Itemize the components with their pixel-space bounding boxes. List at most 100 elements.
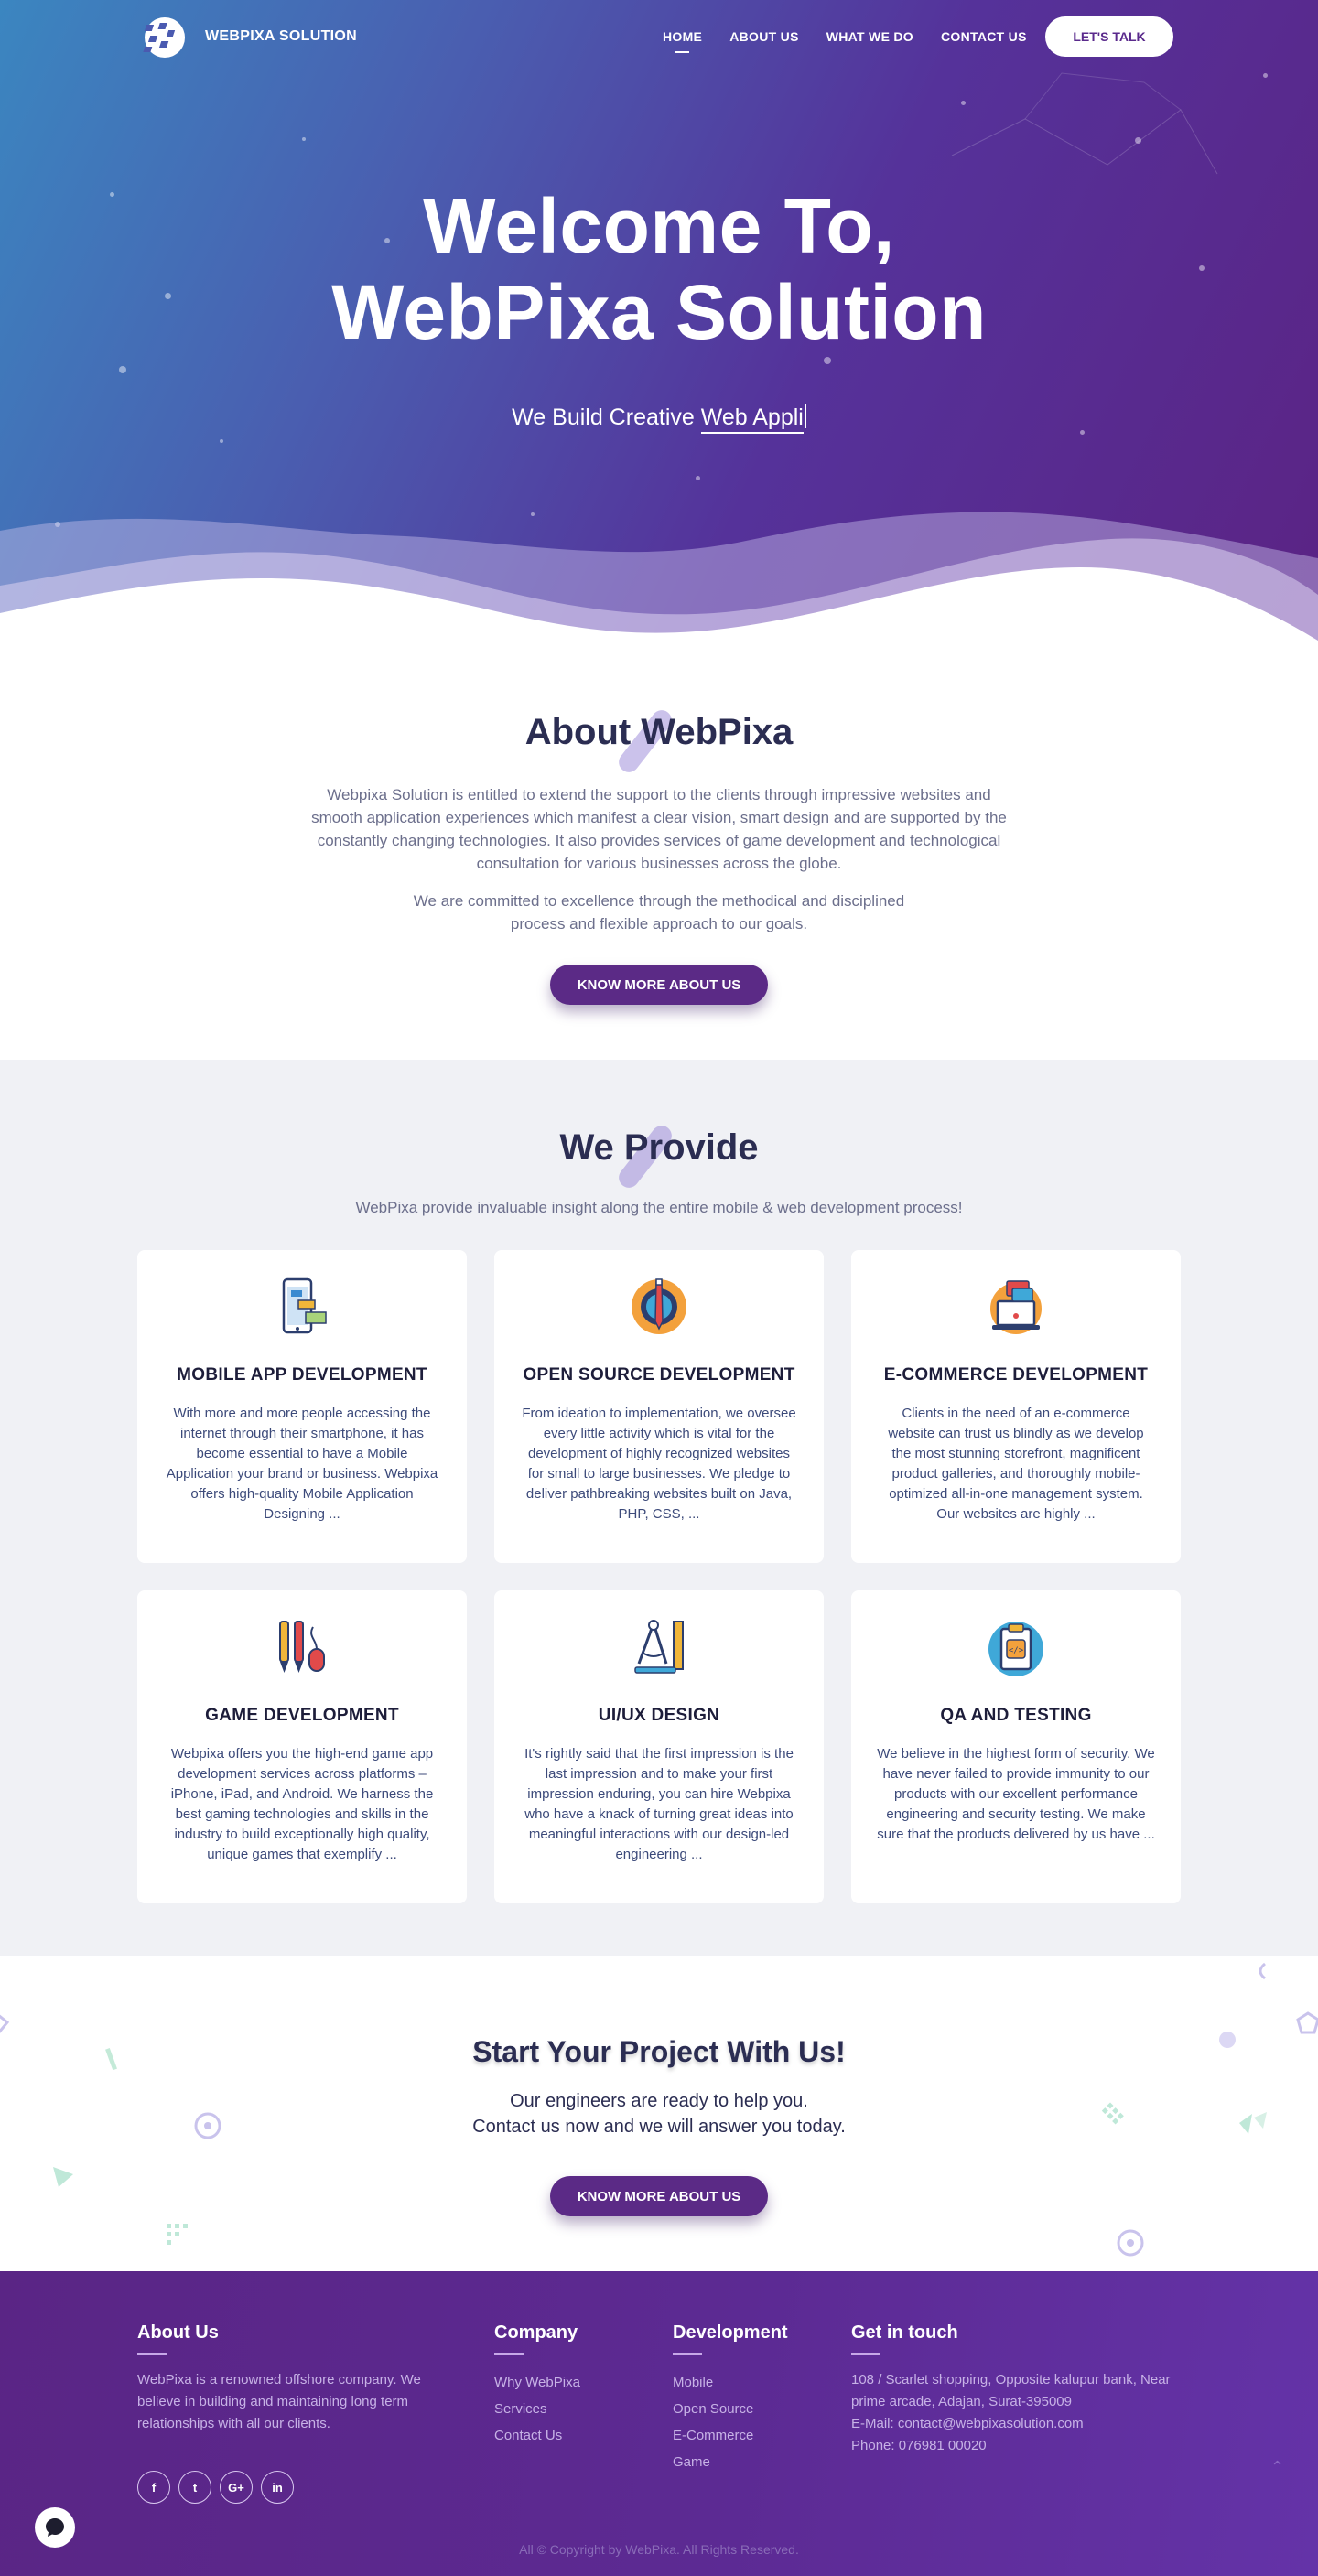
nav-link-about[interactable]: ABOUT US bbox=[729, 29, 799, 44]
twitter-icon[interactable]: t bbox=[178, 2471, 211, 2504]
star-dot bbox=[696, 476, 700, 480]
open-source-gear-icon bbox=[632, 1278, 686, 1334]
facebook-icon[interactable]: f bbox=[137, 2471, 170, 2504]
footer-about-title: About Us bbox=[137, 2323, 219, 2343]
nav-link-contact[interactable]: CONTACT US bbox=[941, 29, 1027, 44]
footer-link-mobile[interactable]: Mobile bbox=[673, 2369, 837, 2396]
star-dot bbox=[302, 137, 306, 141]
chat-bubble-icon bbox=[46, 2518, 64, 2537]
google-plus-icon[interactable]: G+ bbox=[220, 2471, 253, 2504]
service-card-game[interactable]: GAME DEVELOPMENT Webpixa offers you the … bbox=[137, 1590, 467, 1903]
social-links: f t G+ in bbox=[137, 2471, 294, 2504]
service-card-title: GAME DEVELOPMENT bbox=[205, 1706, 399, 1725]
footer-link-why-webpixa[interactable]: Why WebPixa bbox=[494, 2369, 650, 2396]
service-card-title: QA AND TESTING bbox=[940, 1706, 1092, 1725]
nav-link-home[interactable]: HOME bbox=[663, 29, 702, 53]
service-card-text: It's rightly said that the first impress… bbox=[524, 1746, 794, 1862]
footer-address: 108 / Scarlet shopping, Opposite kalupur… bbox=[851, 2372, 1171, 2409]
heading-underline bbox=[851, 2353, 880, 2355]
copyright-text: All © Copyright by WebPixa. All Rights R… bbox=[519, 2542, 799, 2557]
cta-section: Start Your Project With Us! Our engineer… bbox=[0, 1956, 1318, 2271]
game-tools-icon bbox=[279, 1621, 325, 1673]
service-card-mobile[interactable]: MOBILE APP DEVELOPMENT With more and mor… bbox=[137, 1250, 467, 1563]
footer-contact-column: Get in touch 108 / Scarlet shopping, Opp… bbox=[851, 2323, 1190, 2457]
service-card-open-source[interactable]: OPEN SOURCE DEVELOPMENT From ideation to… bbox=[494, 1250, 824, 1563]
hero-title-line1: Welcome To, bbox=[423, 183, 895, 269]
service-card-text: We believe in the highest form of securi… bbox=[877, 1746, 1155, 1842]
cta-text: Our engineers are ready to help you. Con… bbox=[0, 2088, 1318, 2139]
footer-company-column: Company Why WebPixa Services Contact Us bbox=[494, 2323, 650, 2449]
svg-text:</>: </> bbox=[1009, 1646, 1024, 1655]
service-card-text: With more and more people accessing the … bbox=[166, 1406, 438, 1522]
nav-links: HOME ABOUT US WHAT WE DO CONTACT US bbox=[663, 15, 1027, 59]
services-subtitle: WebPixa provide invaluable insight along… bbox=[355, 1199, 963, 1216]
globe-logo-icon bbox=[143, 17, 185, 58]
brand-logo[interactable]: WEBPIXA SOLUTION bbox=[137, 14, 357, 59]
chat-widget-button[interactable] bbox=[35, 2507, 75, 2548]
decor-shape bbox=[1259, 1962, 1266, 1980]
hero-title: Welcome To, WebPixa Solution bbox=[0, 183, 1318, 355]
linkedin-icon[interactable]: in bbox=[261, 2471, 294, 2504]
star-dot bbox=[824, 357, 831, 364]
heading-underline bbox=[137, 2353, 167, 2355]
hero-typed-text: Web Appli bbox=[700, 404, 804, 434]
footer-about-column: About Us WebPixa is a renowned offshore … bbox=[137, 2323, 467, 2435]
scroll-to-top-icon[interactable]: ⌃ bbox=[1270, 2458, 1284, 2477]
about-know-more-button[interactable]: KNOW MORE ABOUT US bbox=[550, 965, 768, 1005]
cta-know-more-button[interactable]: KNOW MORE ABOUT US bbox=[550, 2176, 768, 2216]
mobile-app-icon bbox=[282, 1277, 327, 1334]
hero-section: WEBPIXA SOLUTION HOME ABOUT US WHAT WE D… bbox=[0, 0, 1318, 668]
footer-contact-title: Get in touch bbox=[851, 2323, 958, 2343]
cta-title: Start Your Project With Us! bbox=[472, 2035, 846, 2068]
service-card-ecommerce[interactable]: E-COMMERCE DEVELOPMENT Clients in the ne… bbox=[851, 1250, 1181, 1563]
design-compass-icon bbox=[634, 1620, 684, 1674]
brand-name: WEBPIXA SOLUTION bbox=[205, 28, 357, 44]
cta-line-2: Contact us now and we will answer you to… bbox=[472, 2117, 846, 2137]
footer-company-title: Company bbox=[494, 2323, 578, 2343]
hero-subtitle: We Build Creative Web Appli bbox=[0, 404, 1318, 434]
heading-underline bbox=[494, 2353, 524, 2355]
heading-underline bbox=[673, 2353, 702, 2355]
footer-link-game[interactable]: Game bbox=[673, 2449, 837, 2475]
service-card-uiux[interactable]: UI/UX DESIGN It's rightly said that the … bbox=[494, 1590, 824, 1903]
footer-email[interactable]: E-Mail: contact@webpixasolution.com bbox=[851, 2413, 1190, 2435]
footer-link-ecommerce[interactable]: E-Commerce bbox=[673, 2422, 837, 2449]
services-title-text: We Provide bbox=[559, 1127, 759, 1168]
about-title: About WebPixa bbox=[0, 706, 1318, 777]
top-navbar: WEBPIXA SOLUTION HOME ABOUT US WHAT WE D… bbox=[137, 15, 1181, 59]
nav-link-what-we-do[interactable]: WHAT WE DO bbox=[826, 29, 913, 44]
about-paragraph-1: Webpixa Solution is entitled to extend t… bbox=[311, 786, 1007, 872]
footer-development-title: Development bbox=[673, 2323, 788, 2343]
decor-shape bbox=[53, 2167, 73, 2187]
decor-shape bbox=[1296, 2011, 1318, 2034]
footer-link-contact-us[interactable]: Contact Us bbox=[494, 2422, 650, 2449]
footer-about-text: WebPixa is a renowned offshore company. … bbox=[137, 2372, 421, 2431]
service-card-title: MOBILE APP DEVELOPMENT bbox=[177, 1365, 427, 1385]
footer-development-column: Development Mobile Open Source E-Commerc… bbox=[673, 2323, 837, 2475]
decor-dots bbox=[167, 2224, 188, 2245]
services-section: We Provide WebPixa provide invaluable in… bbox=[0, 1060, 1318, 1956]
site-footer: About Us WebPixa is a renowned offshore … bbox=[0, 2271, 1318, 2576]
about-section: About WebPixa Webpixa Solution is entitl… bbox=[0, 668, 1318, 1060]
service-card-title: OPEN SOURCE DEVELOPMENT bbox=[523, 1365, 795, 1385]
star-dot bbox=[119, 366, 126, 373]
star-dot bbox=[1263, 73, 1268, 78]
ecommerce-laptop-icon bbox=[990, 1280, 1042, 1334]
qa-clipboard-icon: </> bbox=[988, 1622, 1043, 1676]
about-paragraph-2: We are committed to excellence through t… bbox=[413, 892, 905, 932]
service-card-text: Webpixa offers you the high-end game app… bbox=[170, 1746, 434, 1862]
service-card-title: UI/UX DESIGN bbox=[598, 1706, 720, 1725]
hero-title-line2: WebPixa Solution bbox=[331, 269, 987, 355]
star-dot bbox=[220, 439, 223, 443]
service-card-qa[interactable]: </> QA AND TESTING We believe in the hig… bbox=[851, 1590, 1181, 1903]
footer-link-open-source[interactable]: Open Source bbox=[673, 2396, 837, 2422]
service-card-title: E-COMMERCE DEVELOPMENT bbox=[883, 1365, 1149, 1385]
hero-wave bbox=[0, 512, 1318, 668]
lets-talk-button[interactable]: LET'S TALK bbox=[1045, 16, 1173, 57]
service-card-text: From ideation to implementation, we over… bbox=[522, 1406, 796, 1522]
hero-subtitle-prefix: We Build Creative bbox=[512, 404, 701, 430]
footer-link-services[interactable]: Services bbox=[494, 2396, 650, 2422]
footer-phone[interactable]: Phone: 076981 00020 bbox=[851, 2435, 1190, 2457]
service-card-text: Clients in the need of an e-commerce web… bbox=[888, 1406, 1144, 1522]
services-title: We Provide bbox=[0, 1121, 1318, 1192]
